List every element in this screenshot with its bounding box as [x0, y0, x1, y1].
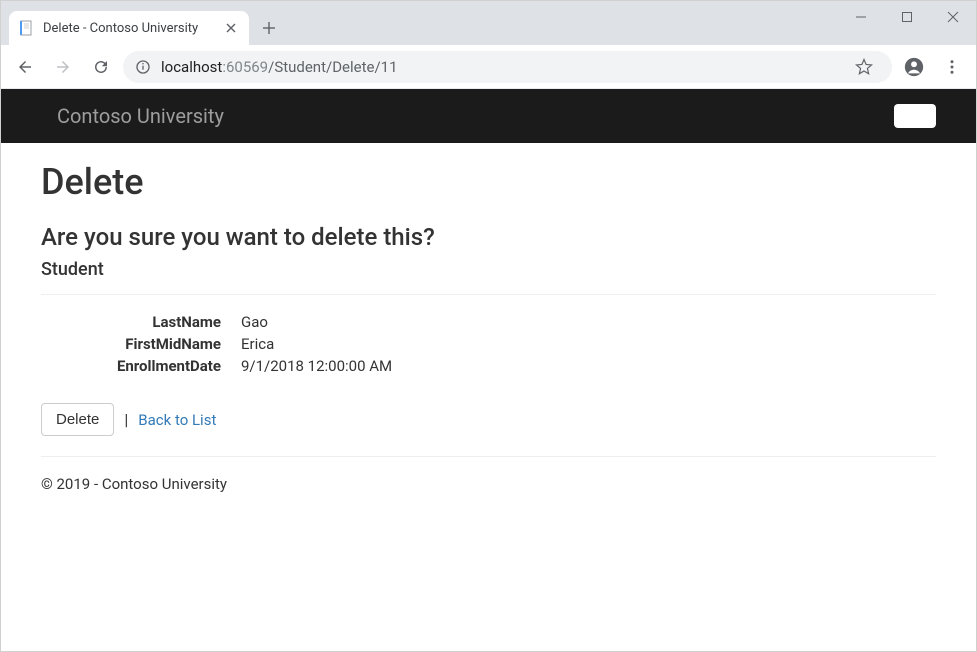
action-row: Delete | Back to List [41, 403, 936, 436]
navbar-toggle-button[interactable] [894, 104, 936, 128]
url-text: localhost:60569/Student/Delete/11 [161, 58, 838, 76]
address-bar[interactable]: localhost:60569/Student/Delete/11 [123, 51, 892, 83]
site-navbar: Contoso University [1, 89, 976, 143]
enrollment-date-value: 9/1/2018 12:00:00 AM [241, 357, 936, 375]
browser-tab[interactable]: Delete - Contoso University [9, 11, 249, 45]
page-viewport: Contoso University Delete Are you sure y… [1, 89, 976, 651]
window-close-button[interactable] [930, 1, 976, 33]
window-controls [838, 1, 976, 33]
delete-button[interactable]: Delete [41, 403, 114, 436]
first-mid-name-label: FirstMidName [41, 335, 241, 353]
enrollment-date-label: EnrollmentDate [41, 357, 241, 375]
back-to-list-link[interactable]: Back to List [138, 411, 216, 429]
last-name-label: LastName [41, 313, 241, 331]
browser-menu-icon[interactable] [936, 51, 968, 83]
tab-close-icon[interactable] [223, 20, 239, 36]
site-info-icon[interactable] [135, 59, 151, 75]
url-host: localhost [161, 58, 222, 76]
url-port: :60569 [222, 58, 268, 76]
window-maximize-button[interactable] [884, 1, 930, 33]
nav-forward-button[interactable] [47, 51, 79, 83]
footer-text: © 2019 - Contoso University [41, 475, 936, 493]
browser-toolbar: localhost:60569/Student/Delete/11 [1, 45, 976, 89]
tab-favicon-icon [19, 20, 35, 36]
page-container: Delete Are you sure you want to delete t… [1, 143, 976, 513]
navbar-brand[interactable]: Contoso University [57, 104, 224, 128]
divider [41, 294, 936, 295]
confirm-question: Are you sure you want to delete this? [41, 223, 936, 251]
first-mid-name-value: Erica [241, 335, 936, 353]
tab-title: Delete - Contoso University [43, 21, 215, 36]
bookmark-star-icon[interactable] [848, 51, 880, 83]
action-separator: | [124, 410, 128, 429]
footer-divider [41, 456, 936, 457]
window-minimize-button[interactable] [838, 1, 884, 33]
last-name-value: Gao [241, 313, 936, 331]
titlebar: Delete - Contoso University [1, 1, 976, 45]
page-title: Delete [41, 161, 936, 203]
nav-reload-button[interactable] [85, 51, 117, 83]
entity-name: Student [41, 259, 936, 280]
tab-strip: Delete - Contoso University [1, 1, 283, 45]
profile-avatar-icon[interactable] [898, 51, 930, 83]
url-path: /Student/Delete/11 [268, 58, 397, 76]
browser-window: Delete - Contoso University [0, 0, 977, 652]
details-list: LastName Gao FirstMidName Erica Enrollme… [41, 313, 936, 375]
new-tab-button[interactable] [255, 14, 283, 42]
nav-back-button[interactable] [9, 51, 41, 83]
